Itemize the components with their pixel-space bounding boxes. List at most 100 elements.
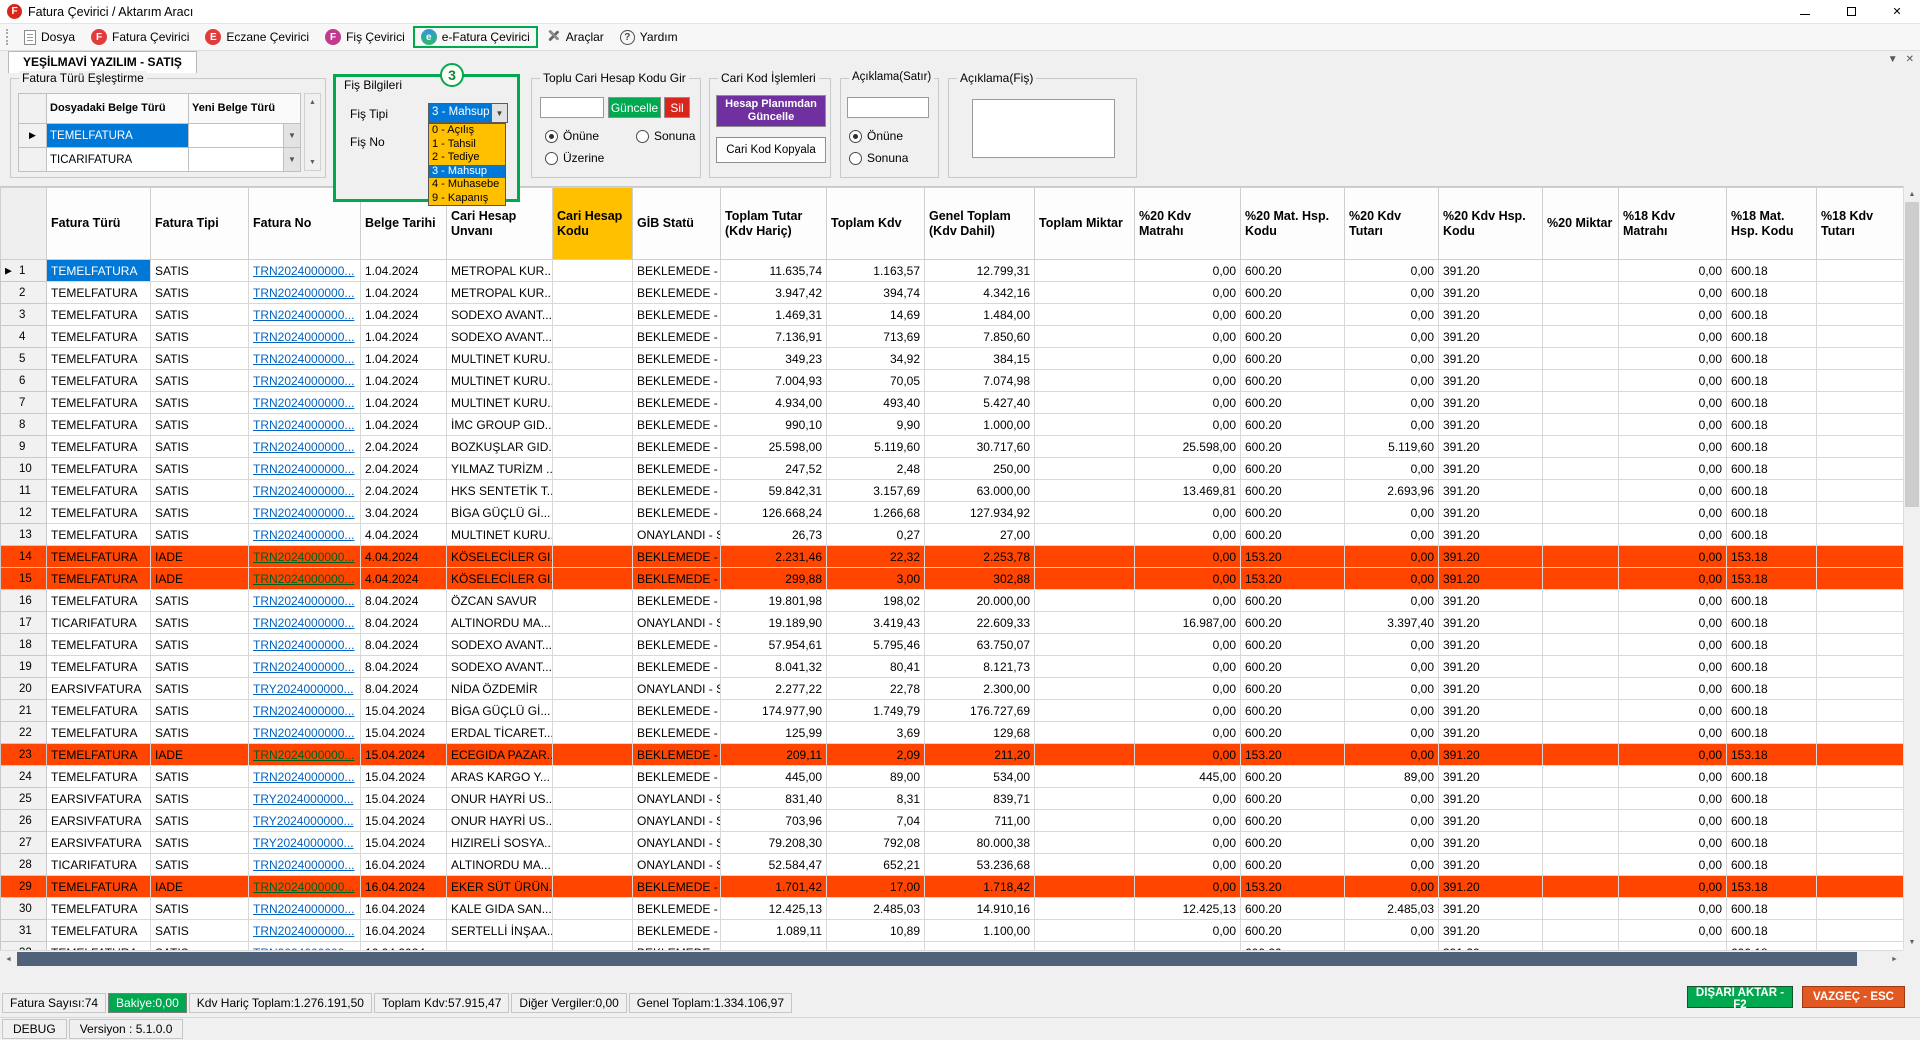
grid-cell[interactable]: TEMELFATURA [47,700,151,722]
grid-cell[interactable]: 153.18 [1727,744,1817,766]
scroll-up-icon[interactable]: ▲ [1904,186,1920,202]
toplu-cari-kod-input[interactable] [540,97,604,118]
grid-cell[interactable]: SATIS [151,414,249,436]
grid-cell[interactable]: 22,32 [827,546,925,568]
grid-cell[interactable] [1035,590,1135,612]
grid-cell[interactable]: 0,00 [1345,326,1439,348]
grid-cell[interactable] [553,414,633,436]
grid-cell[interactable] [1543,480,1619,502]
grid-cell[interactable]: 5.427,40 [925,392,1035,414]
grid-cell[interactable]: 299,88 [721,568,827,590]
grid-cell[interactable] [1543,348,1619,370]
grid-cell[interactable]: IADE [151,546,249,568]
grid-cell[interactable] [1035,524,1135,546]
grid-cell[interactable] [1543,502,1619,524]
grid-cell[interactable]: 3,69 [827,722,925,744]
grid-cell[interactable]: 600.20 [1241,436,1345,458]
grid-cell[interactable]: 4.04.2024 [361,524,447,546]
invoice-no-link[interactable]: TRN2024000000... [253,550,354,564]
invoice-no-link[interactable]: TRY2024000000... [253,814,354,828]
grid-cell[interactable]: 3,00 [827,568,925,590]
grid-cell[interactable]: 391.20 [1439,942,1543,951]
grid-cell[interactable] [1035,546,1135,568]
grid-cell[interactable] [1543,854,1619,876]
grid-cell[interactable]: TEMELFATURA [47,766,151,788]
grid-cell[interactable]: 2.693,96 [1345,480,1439,502]
row-header[interactable]: 9 [1,436,47,458]
grid-cell[interactable]: ONAYLANDI - S... [633,810,721,832]
chevron-down-icon[interactable]: ▼ [283,148,300,171]
grid-cell[interactable] [1035,304,1135,326]
grid-cell[interactable]: 0,00 [1619,744,1727,766]
chevron-down-icon[interactable]: ▼ [283,124,300,147]
grid-cell[interactable]: 15.04.2024 [361,832,447,854]
grid-cell[interactable]: 209,11 [721,744,827,766]
grid-cell[interactable]: ERDAL TİCARET... [447,722,553,744]
dropdown-option-kapanis[interactable]: 9 - Kapanış [429,192,505,206]
grid-cell[interactable]: 1.718,42 [925,876,1035,898]
grid-cell[interactable]: 2.04.2024 [361,480,447,502]
row-header[interactable]: 30 [1,898,47,920]
grid-cell[interactable]: 14,69 [827,304,925,326]
grid-cell[interactable]: 600.20 [1241,810,1345,832]
grid-cell[interactable]: 600.20 [1241,392,1345,414]
grid-cell[interactable] [553,678,633,700]
grid-cell[interactable]: SATIS [151,634,249,656]
grid-cell[interactable]: 0,00 [1135,700,1241,722]
invoice-no-cell[interactable]: TRN2024000000... [249,722,361,744]
grid-cell[interactable]: 391.20 [1439,898,1543,920]
horizontal-scrollbar[interactable]: ◄ ► [0,950,1903,967]
grid-cell[interactable]: TEMELFATURA [47,634,151,656]
grid-cell[interactable]: SATIS [151,348,249,370]
grid-cell[interactable]: SODEXO AVANT... [447,634,553,656]
grid-cell[interactable]: 0,00 [1135,678,1241,700]
grid-cell[interactable]: 600.20 [1241,678,1345,700]
grid-cell[interactable] [1817,700,1904,722]
grid-cell[interactable]: SATIS [151,788,249,810]
row-header[interactable]: 25 [1,788,47,810]
grid-cell[interactable]: TEMELFATURA [47,876,151,898]
grid-cell[interactable]: 391.20 [1439,766,1543,788]
grid-cell[interactable] [1035,634,1135,656]
table-row[interactable]: 5TEMELFATURASATISTRN2024000000...1.04.20… [1,348,1904,370]
grid-cell[interactable]: TEMELFATURA [47,458,151,480]
invoice-no-cell[interactable]: TRN2024000000... [249,546,361,568]
grid-cell[interactable] [1543,788,1619,810]
grid-cell[interactable]: 391.20 [1439,458,1543,480]
grid-cell[interactable]: 600.20 [1241,854,1345,876]
grid-cell[interactable]: BEKLEMEDE - SA... [633,326,721,348]
grid-cell[interactable]: 2.485,03 [827,898,925,920]
grid-cell[interactable]: 19.801,98 [721,590,827,612]
scroll-track[interactable] [1904,507,1920,934]
grid-cell[interactable]: 391.20 [1439,392,1543,414]
menu-yardim[interactable]: ? Yardım [612,27,686,48]
grid-cell[interactable] [1817,634,1904,656]
grid-column-header[interactable]: %20 Kdv Tutarı [1345,188,1439,260]
grid-cell[interactable]: 1.000,00 [925,414,1035,436]
grid-cell[interactable]: SODEXO AVANT... [447,656,553,678]
grid-cell[interactable]: 8.04.2024 [361,656,447,678]
invoice-no-cell[interactable]: TRN2024000000... [249,898,361,920]
grid-cell[interactable]: 391.20 [1439,414,1543,436]
grid-cell[interactable]: 0,00 [1619,898,1727,920]
grid-cell[interactable] [1035,876,1135,898]
grid-cell[interactable]: TEMELFATURA [47,920,151,942]
grid-cell[interactable]: 19.189,90 [721,612,827,634]
grid-cell[interactable]: 600.18 [1727,700,1817,722]
grid-cell[interactable]: 391.20 [1439,788,1543,810]
grid-cell[interactable]: SATIS [151,942,249,951]
invoice-no-cell[interactable]: TRN2024000000... [249,348,361,370]
grid-cell[interactable] [1035,678,1135,700]
invoice-no-cell[interactable]: TRN2024000000... [249,414,361,436]
invoice-no-link[interactable]: TRN2024000000... [253,748,354,762]
grid-cell[interactable]: 0,00 [1345,788,1439,810]
grid-cell[interactable]: 22.609,33 [925,612,1035,634]
grid-cell[interactable] [1543,678,1619,700]
grid-cell[interactable] [1817,568,1904,590]
grid-cell[interactable] [1543,458,1619,480]
invoice-no-cell[interactable]: TRN2024000000... [249,502,361,524]
yeni-belge-turu-select[interactable]: ▼ [189,148,301,172]
sil-button[interactable]: Sil [664,97,690,118]
grid-cell[interactable]: ONUR HAYRİ US... [447,788,553,810]
invoice-no-link[interactable]: TRN2024000000... [253,660,354,674]
